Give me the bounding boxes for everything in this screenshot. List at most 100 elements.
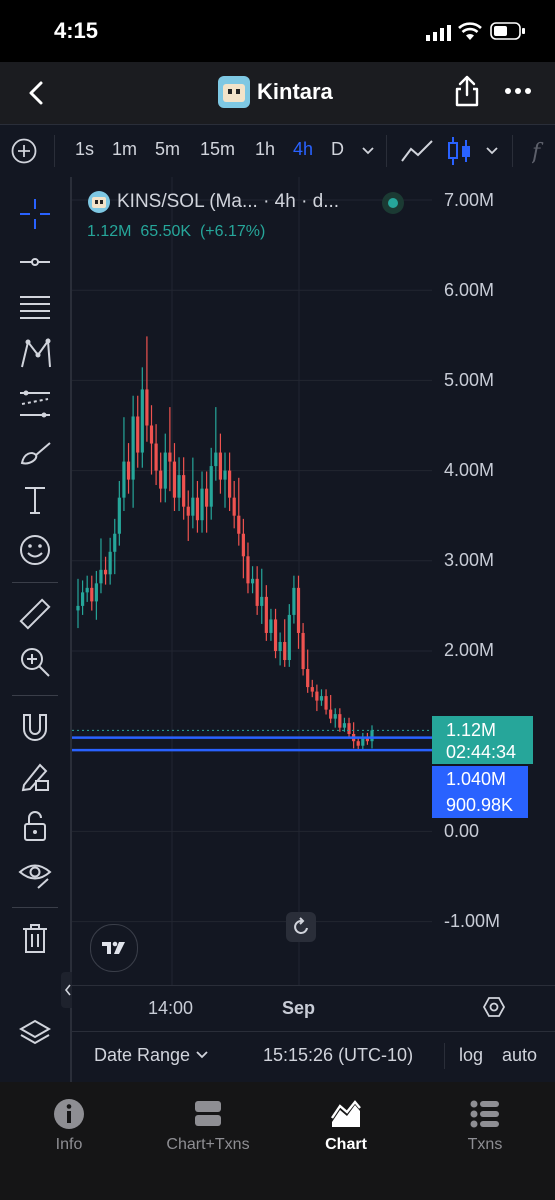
symbol-interval: · 4h · d... bbox=[263, 191, 340, 212]
tab-label: Chart+Txns bbox=[166, 1136, 250, 1153]
back-button[interactable] bbox=[22, 78, 52, 108]
tab-txns[interactable]: Txns bbox=[416, 1082, 554, 1200]
ruler-icon[interactable] bbox=[18, 597, 52, 631]
settings-icon[interactable] bbox=[482, 995, 506, 1019]
candle bbox=[113, 533, 117, 552]
chevron-down-icon bbox=[196, 1051, 208, 1059]
toolbar-divider bbox=[512, 135, 513, 167]
candle bbox=[283, 641, 287, 661]
candle bbox=[301, 632, 305, 670]
ohlc-legend: 1.12M 65.50K (+6.17%) bbox=[87, 223, 265, 241]
eye-icon[interactable] bbox=[18, 857, 52, 891]
layers-icon[interactable] bbox=[18, 1017, 52, 1051]
timeframe-d[interactable]: D bbox=[331, 139, 344, 160]
emoji-icon[interactable] bbox=[18, 533, 52, 567]
status-time: 4:15 bbox=[54, 18, 99, 43]
candles-icon[interactable] bbox=[446, 135, 474, 167]
candle bbox=[159, 470, 163, 489]
token-logo-icon bbox=[218, 76, 250, 108]
symbol-legend[interactable]: KINS/SOL (Ma... · 4h · d... bbox=[117, 191, 339, 213]
candle bbox=[186, 506, 190, 516]
timeframe-4h[interactable]: 4h bbox=[293, 139, 313, 160]
price-axis-label: 5.00M bbox=[444, 370, 495, 390]
candle bbox=[264, 596, 268, 633]
candle bbox=[191, 497, 195, 516]
candle bbox=[140, 389, 144, 453]
page-title: Kintara bbox=[257, 79, 333, 104]
projection-icon[interactable] bbox=[18, 387, 52, 421]
candle bbox=[209, 466, 213, 507]
toolbar-separator bbox=[12, 582, 58, 583]
legend-change: 65.50K bbox=[140, 223, 192, 240]
auto-scale-toggle[interactable]: auto bbox=[502, 1045, 537, 1066]
trash-icon[interactable] bbox=[18, 921, 52, 955]
chevron-down-icon[interactable] bbox=[360, 143, 376, 159]
candle bbox=[237, 515, 241, 534]
timeframe-5m[interactable]: 5m bbox=[155, 139, 180, 160]
candle bbox=[94, 583, 98, 602]
toolbar-divider bbox=[54, 135, 55, 167]
chart-pane[interactable]: KINS/SOL (Ma... · 4h · d... 1.12M 65.50K… bbox=[72, 177, 555, 985]
symbol-name: KINS/SOL (Ma... bbox=[117, 191, 258, 212]
timeframe-1s[interactable]: 1s bbox=[75, 139, 94, 160]
candle bbox=[195, 497, 200, 521]
candle bbox=[108, 551, 112, 575]
split-view-icon bbox=[194, 1100, 222, 1128]
price-axis-label: 0.00 bbox=[444, 821, 480, 841]
candle bbox=[99, 569, 103, 584]
add-symbol-icon[interactable] bbox=[10, 137, 38, 165]
candle bbox=[182, 475, 186, 507]
chevron-down-icon[interactable] bbox=[484, 143, 500, 159]
reset-chart-button[interactable] bbox=[286, 912, 316, 942]
svg-text:f: f bbox=[532, 140, 544, 165]
nav-bar: Kintara bbox=[0, 62, 555, 124]
candle-countdown: 02:44:34 bbox=[446, 742, 517, 762]
price-axis-label: -1.00M bbox=[444, 911, 501, 931]
candle bbox=[205, 488, 209, 507]
zoom-in-icon[interactable] bbox=[18, 645, 52, 679]
timeframe-15m[interactable]: 15m bbox=[200, 139, 235, 160]
time-axis-label: 14:00 bbox=[148, 998, 194, 1018]
fib-lines-icon[interactable] bbox=[18, 291, 52, 325]
tab-chart[interactable]: Chart bbox=[277, 1082, 415, 1200]
candle bbox=[315, 691, 319, 701]
line-price-value: 1.040M bbox=[446, 769, 507, 789]
crosshair-icon[interactable] bbox=[18, 197, 52, 231]
brush-icon[interactable] bbox=[18, 435, 52, 469]
price-axis-label: 4.00M bbox=[444, 460, 495, 480]
candle bbox=[287, 614, 291, 661]
tab-info[interactable]: Info bbox=[0, 1082, 138, 1200]
tab-label: Chart bbox=[325, 1136, 367, 1153]
legend-price: 1.12M bbox=[87, 223, 132, 240]
line-chart-icon[interactable] bbox=[400, 137, 434, 165]
candle bbox=[319, 696, 324, 701]
candle bbox=[342, 723, 347, 728]
timeframe-1h[interactable]: 1h bbox=[255, 139, 275, 160]
date-range-button[interactable]: Date Range bbox=[94, 1045, 209, 1066]
timezone-clock[interactable]: 15:15:26 (UTC-10) bbox=[263, 1045, 413, 1066]
candle bbox=[347, 723, 351, 734]
lock-drawing-icon[interactable] bbox=[18, 759, 52, 793]
indicators-icon[interactable]: f bbox=[530, 137, 554, 165]
share-icon[interactable] bbox=[452, 74, 482, 108]
tab-bar: Info Chart+Txns Chart Txns bbox=[0, 1082, 555, 1200]
tab-label: Txns bbox=[467, 1136, 503, 1153]
candle bbox=[126, 461, 131, 480]
unlock-icon[interactable] bbox=[18, 809, 52, 843]
text-icon[interactable] bbox=[18, 483, 52, 517]
tab-label: Info bbox=[55, 1136, 83, 1153]
more-icon[interactable] bbox=[504, 84, 532, 96]
tradingview-logo-icon[interactable] bbox=[90, 924, 138, 972]
timeframe-1m[interactable]: 1m bbox=[112, 139, 137, 160]
magnet-icon[interactable] bbox=[18, 711, 52, 745]
candle bbox=[260, 596, 264, 606]
pattern-icon[interactable] bbox=[18, 337, 52, 371]
market-status-icon bbox=[382, 192, 404, 214]
candle bbox=[273, 619, 278, 651]
horizontal-line-icon[interactable] bbox=[18, 245, 52, 279]
candle bbox=[200, 488, 204, 521]
candle bbox=[131, 416, 135, 480]
status-bar: 4:15 bbox=[0, 0, 555, 62]
tab-chart-txns[interactable]: Chart+Txns bbox=[139, 1082, 277, 1200]
log-scale-toggle[interactable]: log bbox=[459, 1045, 483, 1066]
